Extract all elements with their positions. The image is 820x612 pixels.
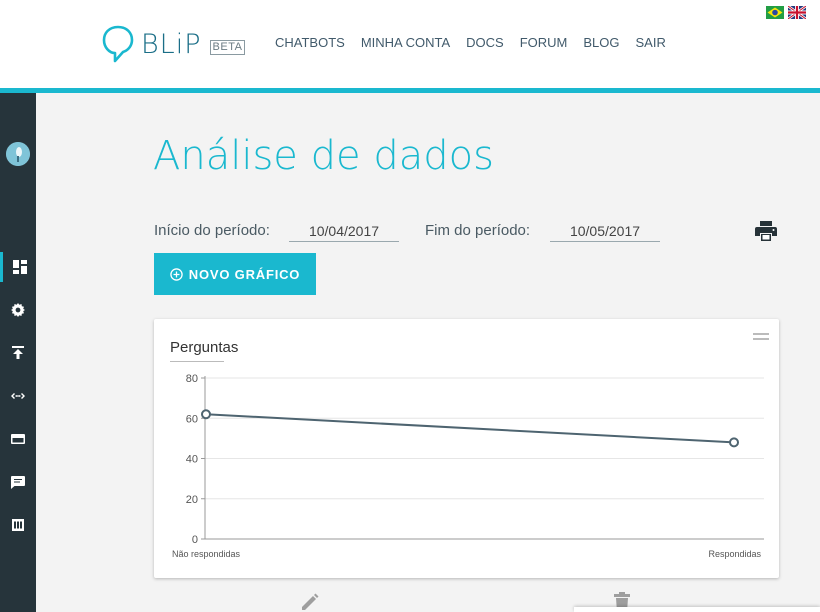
nav-docs[interactable]: DOCS (466, 35, 504, 50)
flag-uk-icon[interactable] (788, 6, 806, 19)
new-chart-button[interactable]: NOVO GRÁFICO (154, 253, 316, 295)
x-category-label: Não respondidas (172, 549, 241, 559)
dashboard-icon (12, 260, 27, 274)
header-accent-line (0, 88, 820, 93)
chat-message-icon (11, 476, 25, 489)
nav-sair[interactable]: SAIR (636, 35, 666, 50)
data-point (201, 409, 211, 420)
nav-minha-conta[interactable]: MINHA CONTA (361, 35, 450, 50)
chat-bubble-logo-icon (102, 25, 134, 63)
sidebar-item-integrations[interactable] (0, 381, 36, 411)
logo-text: BLiP (141, 28, 202, 60)
bot-avatar[interactable] (6, 142, 30, 166)
new-chart-button-label: NOVO GRÁFICO (188, 266, 301, 282)
y-tick-label: 80 (186, 373, 198, 385)
nav-forum[interactable]: FORUM (520, 35, 568, 50)
beta-badge: BETA (209, 39, 246, 55)
sidebar-item-billing[interactable] (0, 424, 36, 454)
start-date-input[interactable] (289, 220, 399, 242)
sidebar-item-upload[interactable] (0, 338, 36, 368)
flag-brazil-icon[interactable] (766, 6, 784, 19)
billing-card-icon (11, 434, 25, 444)
nav-blog[interactable]: BLOG (583, 35, 619, 50)
perguntas-line-chart: 0 20 40 60 80 Não respondidas Respondidas (172, 373, 764, 559)
sidebar-item-dashboard[interactable] (0, 252, 36, 282)
next-card-edge (574, 607, 820, 612)
print-icon[interactable] (755, 221, 777, 241)
x-category-label: Respondidas (708, 549, 761, 559)
chart-card: Perguntas 0 20 40 60 80 Não respondidas Respon… (154, 319, 779, 578)
page-title: Análise de dados (153, 133, 494, 179)
language-flags (766, 6, 806, 19)
integrations-code-icon (11, 393, 25, 399)
blip-logo[interactable]: BLiP BETA (101, 24, 246, 64)
edit-pencil-icon[interactable] (300, 592, 320, 612)
upload-icon (12, 346, 24, 359)
plus-circle-icon (170, 267, 183, 281)
settings-gear-icon (11, 303, 25, 317)
y-tick-label: 60 (186, 413, 198, 425)
y-tick-label: 20 (186, 494, 198, 506)
data-point (729, 437, 739, 448)
sidebar-item-settings[interactable] (0, 295, 36, 325)
sidebar (0, 93, 36, 612)
start-period-label: Início do período: (154, 222, 270, 239)
y-tick-label: 0 (192, 534, 198, 546)
end-date-input[interactable] (550, 220, 660, 242)
sidebar-item-resources[interactable] (0, 510, 36, 540)
top-bar: BLiP BETA CHATBOTS MINHA CONTA DOCS FORU… (0, 0, 820, 88)
y-tick-label: 40 (186, 454, 198, 466)
bot-avatar-icon (6, 142, 30, 166)
main-nav: CHATBOTS MINHA CONTA DOCS FORUM BLOG SAI… (275, 35, 666, 50)
sidebar-item-messages[interactable] (0, 467, 36, 497)
nav-chatbots[interactable]: CHATBOTS (275, 35, 345, 50)
memory-chip-icon (12, 519, 24, 531)
end-period-label: Fim do período: (425, 222, 531, 239)
